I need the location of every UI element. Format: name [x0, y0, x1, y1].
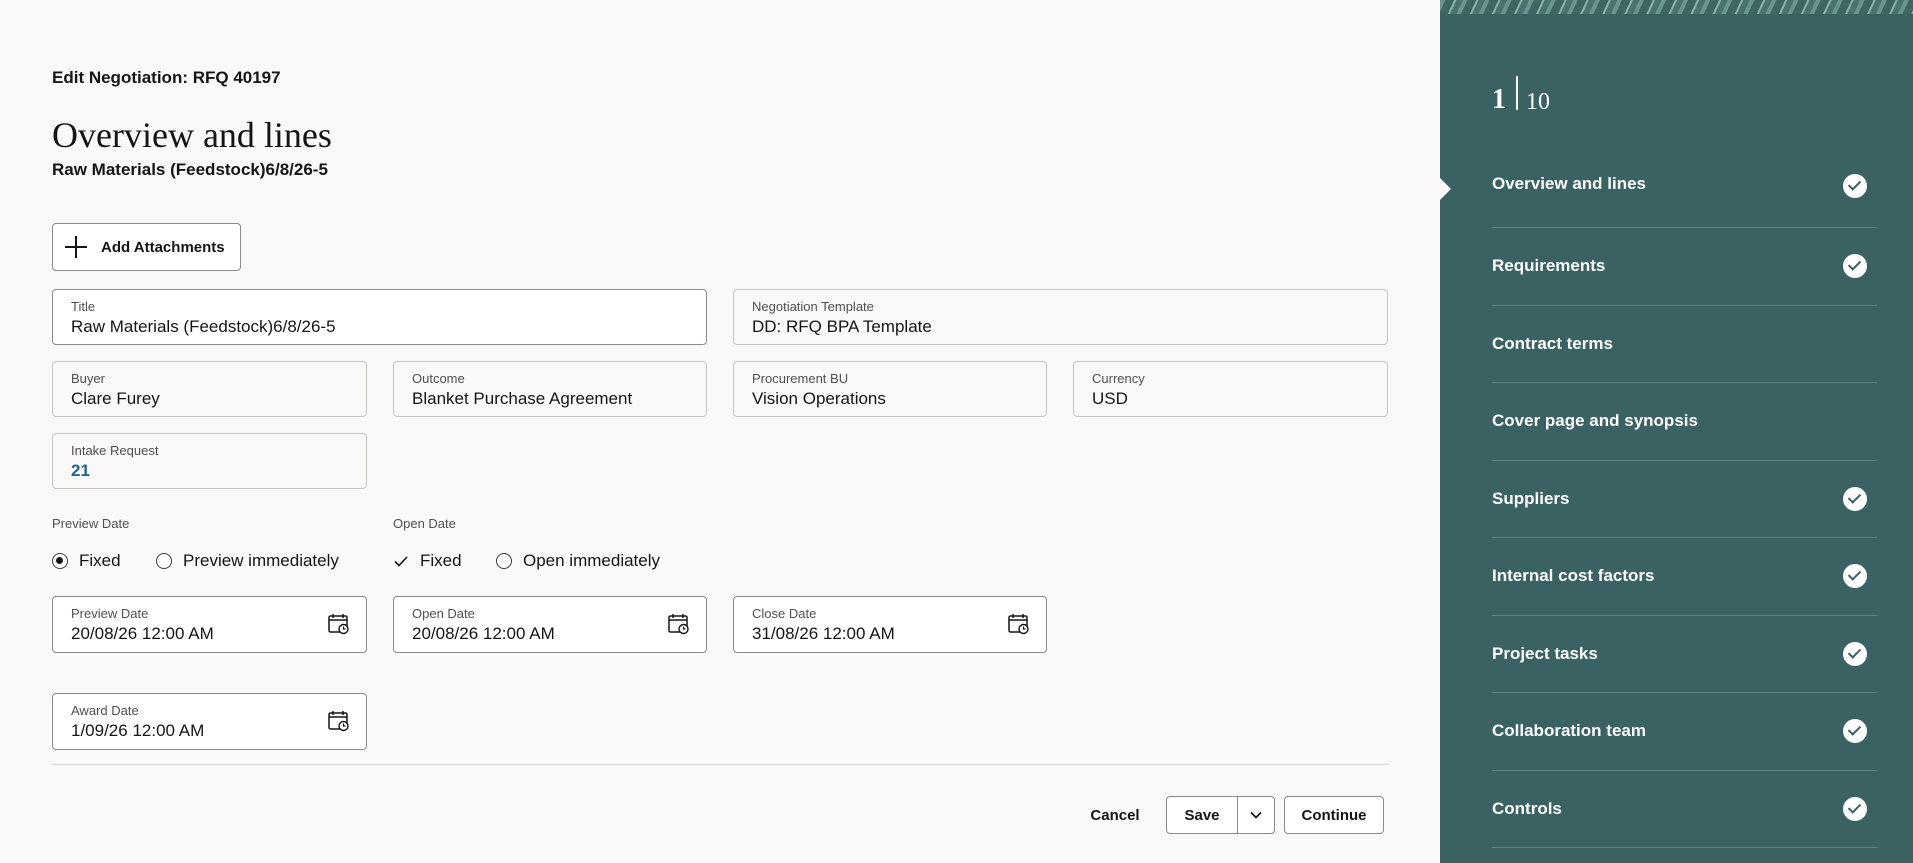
award-date-value: 1/09/26 12:00 AM [71, 721, 205, 740]
footer-divider [52, 764, 1389, 765]
open-date-label: Open Date [412, 606, 475, 621]
preview-date-label: Preview Date [71, 606, 149, 621]
train-step-label: Controls [1492, 798, 1562, 818]
train-step-label: Contract terms [1492, 333, 1613, 353]
train-step-project-tasks[interactable]: Project tasks [1492, 616, 1877, 693]
buyer-field: Buyer Clare Furey [52, 361, 367, 417]
buyer-value: Clare Furey [71, 389, 160, 408]
chevron-down-icon [1250, 811, 1262, 819]
step-counter: 1 10 [1492, 76, 1550, 116]
page-subtitle: Raw Materials (Feedstock)6/8/26-5 [52, 160, 328, 179]
preview-date-value: 20/08/26 12:00 AM [71, 624, 214, 643]
train-step-overview-and-lines[interactable]: Overview and lines [1492, 164, 1877, 228]
train-step-label: Internal cost factors [1492, 566, 1655, 586]
continue-button[interactable]: Continue [1284, 796, 1384, 834]
train-step-label: Suppliers [1492, 488, 1570, 508]
train-step-label: Project tasks [1492, 643, 1598, 663]
train-step-label: Overview and lines [1492, 174, 1647, 193]
check-circle-icon [1843, 564, 1867, 589]
calendar-icon[interactable] [328, 710, 350, 732]
currency-label: Currency [1092, 371, 1145, 386]
open-fixed-label: Fixed [420, 551, 462, 570]
checkmark-icon [394, 556, 408, 567]
save-button[interactable]: Save [1166, 796, 1238, 834]
negotiation-template-label: Negotiation Template [752, 299, 874, 314]
open-date-field[interactable]: Open Date 20/08/26 12:00 AM [393, 596, 707, 653]
train-step-internal-cost-factors[interactable]: Internal cost factors [1492, 538, 1877, 616]
calendar-icon[interactable] [668, 613, 690, 635]
check-circle-icon [1843, 719, 1867, 744]
calendar-icon[interactable] [328, 613, 350, 635]
open-immediately-radio[interactable]: Open immediately [496, 551, 660, 571]
train-panel: 1 10 Overview and lines Requirements Con… [1440, 14, 1913, 863]
check-circle-icon [1843, 641, 1867, 666]
outcome-label: Outcome [412, 371, 465, 386]
preview-date-options-label: Preview Date [52, 516, 130, 531]
check-circle-icon [1843, 174, 1867, 198]
step-counter-separator [1516, 76, 1518, 110]
close-date-value: 31/08/26 12:00 AM [752, 624, 895, 643]
negotiation-template-value: DD: RFQ BPA Template [752, 317, 932, 336]
procurement-bu-label: Procurement BU [752, 371, 849, 386]
open-date-value: 20/08/26 12:00 AM [412, 624, 555, 643]
train-step-cover-page-and-synopsis[interactable]: Cover page and synopsis [1492, 383, 1877, 461]
award-date-field[interactable]: Award Date 1/09/26 12:00 AM [52, 693, 367, 750]
outcome-value: Blanket Purchase Agreement [412, 389, 633, 408]
intake-request-label: Intake Request [71, 443, 159, 458]
train-step-label: Requirements [1492, 256, 1606, 276]
plus-icon [65, 236, 87, 258]
add-attachments-label: Add Attachments [101, 238, 225, 256]
currency-value: USD [1092, 389, 1128, 408]
close-date-field[interactable]: Close Date 31/08/26 12:00 AM [733, 596, 1047, 653]
add-attachments-button[interactable]: Add Attachments [52, 223, 241, 271]
calendar-icon[interactable] [1008, 613, 1030, 635]
preview-fixed-label: Fixed [79, 551, 121, 570]
preview-immediately-label: Preview immediately [183, 551, 339, 570]
procurement-bu-value: Vision Operations [752, 389, 886, 408]
check-circle-icon [1843, 486, 1867, 511]
radio-unselected-icon [496, 553, 512, 569]
train-step-collaboration-team[interactable]: Collaboration team [1492, 693, 1877, 771]
check-circle-icon [1843, 796, 1867, 821]
breadcrumb: Edit Negotiation: RFQ 40197 [52, 68, 281, 87]
train-step-label: Collaboration team [1492, 721, 1646, 741]
buyer-label: Buyer [71, 371, 105, 386]
save-options-button[interactable] [1237, 796, 1275, 834]
check-circle-icon [1843, 254, 1867, 279]
current-step-number: 1 [1492, 84, 1506, 115]
award-date-label: Award Date [71, 703, 139, 718]
negotiation-template-field: Negotiation Template DD: RFQ BPA Templat… [733, 289, 1388, 345]
preview-date-field[interactable]: Preview Date 20/08/26 12:00 AM [52, 596, 367, 653]
train-step-label: Cover page and synopsis [1492, 411, 1698, 431]
title-label: Title [71, 299, 96, 314]
train-step-contract-terms[interactable]: Contract terms [1492, 306, 1877, 383]
outcome-field: Outcome Blanket Purchase Agreement [393, 361, 707, 417]
procurement-bu-field: Procurement BU Vision Operations [733, 361, 1047, 417]
preview-immediately-radio[interactable]: Preview immediately [156, 551, 339, 571]
current-step-pointer [1440, 178, 1451, 200]
train-steps: Overview and lines Requirements Contract… [1492, 164, 1877, 848]
radio-selected-icon [52, 553, 68, 569]
main-content: Edit Negotiation: RFQ 40197 Overview and… [0, 0, 1440, 849]
train-step-requirements[interactable]: Requirements [1492, 228, 1877, 306]
title-field[interactable]: Title Raw Materials (Feedstock)6/8/26-5 [52, 289, 707, 345]
open-fixed-option[interactable]: Fixed [393, 551, 462, 571]
close-date-label: Close Date [752, 606, 817, 621]
intake-request-field: Intake Request 21 [52, 433, 367, 489]
total-steps-number: 10 [1526, 89, 1550, 115]
page-title: Overview and lines [52, 115, 332, 155]
train-step-controls[interactable]: Controls [1492, 771, 1877, 848]
radio-unselected-icon [156, 553, 172, 569]
title-value: Raw Materials (Feedstock)6/8/26-5 [71, 317, 336, 336]
train-step-suppliers[interactable]: Suppliers [1492, 461, 1877, 538]
intake-request-link[interactable]: 21 [71, 461, 348, 481]
currency-field: Currency USD [1073, 361, 1388, 417]
open-date-options-label: Open Date [393, 516, 456, 531]
preview-fixed-radio[interactable]: Fixed [52, 551, 121, 571]
cancel-button[interactable]: Cancel [1080, 796, 1150, 834]
open-immediately-label: Open immediately [523, 551, 661, 570]
